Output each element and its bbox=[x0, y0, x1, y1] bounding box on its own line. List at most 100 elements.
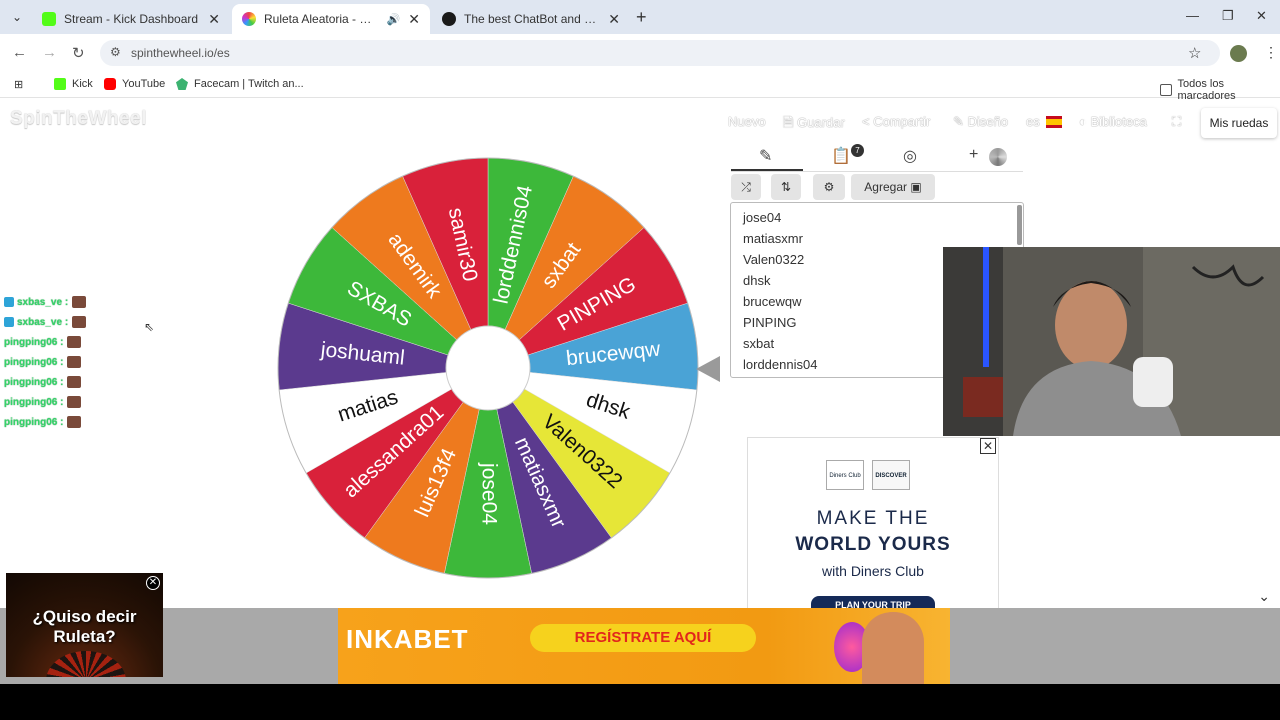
diners-card-logo: Diners Club bbox=[826, 460, 864, 490]
chat-username: pingping06 : bbox=[4, 356, 64, 368]
webcam-overlay bbox=[943, 247, 1280, 436]
compartir-button[interactable]: < Compartir bbox=[862, 114, 930, 129]
entry-item[interactable]: brucewqw bbox=[743, 294, 802, 309]
chat-username: pingping06 : bbox=[4, 336, 64, 348]
add-wheel-icon[interactable]: + bbox=[969, 146, 978, 164]
brush-icon: ✎ bbox=[953, 114, 968, 129]
pencil-icon[interactable]: ✎ bbox=[759, 146, 772, 166]
inkabet-ad[interactable]: INKABET REGÍSTRATE AQUÍ bbox=[338, 608, 950, 684]
chat-message: sxbas_ve : bbox=[4, 296, 87, 308]
wheel-svg[interactable]: lorddennis04 sxbatPINPINGbrucewqwdhskVale… bbox=[276, 156, 700, 580]
chatbot-favicon-icon bbox=[442, 12, 456, 26]
apps-grid-icon[interactable]: ⊞ bbox=[14, 78, 23, 91]
url-text: spinthewheel.io/es bbox=[131, 46, 230, 60]
close-ad-icon[interactable]: ✕ bbox=[980, 438, 996, 454]
bookmark-label: Facecam | Twitch an... bbox=[194, 78, 304, 90]
entry-item[interactable]: lorddennis04 bbox=[743, 357, 817, 372]
save-icon: 🗎 bbox=[783, 115, 798, 130]
biblioteca-button[interactable]: ◐ Biblioteca bbox=[1079, 114, 1147, 129]
ad-subline: with Diners Club bbox=[822, 563, 924, 579]
entry-item[interactable]: dhsk bbox=[743, 273, 770, 288]
close-tab-icon[interactable]: ✕ bbox=[208, 11, 220, 28]
bookmark-kick[interactable]: Kick bbox=[54, 78, 93, 90]
entry-item[interactable]: Valen0322 bbox=[743, 252, 804, 267]
chat-message: pingping06 : bbox=[4, 336, 82, 348]
chat-emote-icon bbox=[72, 296, 87, 308]
tab-kick-dashboard[interactable]: Stream - Kick Dashboard ✕ bbox=[32, 4, 230, 34]
mis-ruedas-button[interactable]: Mis ruedas bbox=[1201, 108, 1277, 138]
diseno-button[interactable]: ✎ Diseño bbox=[953, 114, 1008, 130]
chat-message: pingping06 : bbox=[4, 356, 82, 368]
language-selector[interactable]: es bbox=[1026, 114, 1040, 129]
spain-flag-icon[interactable] bbox=[1046, 116, 1062, 128]
guardar-button[interactable]: 🗎 Guardar bbox=[783, 114, 845, 136]
scrollbar[interactable] bbox=[1017, 205, 1022, 245]
fullscreen-icon[interactable]: ⛶ bbox=[1172, 114, 1181, 130]
restore-icon[interactable]: ❐ bbox=[1222, 8, 1234, 24]
chat-message: pingping06 : bbox=[4, 396, 82, 408]
share-icon: < bbox=[862, 114, 874, 129]
back-icon[interactable]: ← bbox=[12, 44, 27, 61]
bookmark-youtube[interactable]: YouTube bbox=[104, 78, 165, 90]
profile-avatar[interactable] bbox=[1230, 45, 1247, 62]
tab-chatbot[interactable]: The best ChatBot and Widgets f ✕ bbox=[432, 4, 630, 34]
bookmark-facecam[interactable]: Facecam | Twitch an... bbox=[176, 78, 304, 90]
close-tab-icon[interactable]: ✕ bbox=[408, 11, 420, 28]
address-bar[interactable]: ⚙ spinthewheel.io/es bbox=[100, 40, 1220, 66]
inkabet-logo: INKABET bbox=[346, 624, 469, 654]
chat-username: sxbas_ve : bbox=[17, 296, 69, 308]
tab-ruleta[interactable]: Ruleta Aleatoria - Selector P 🔊 ✕ bbox=[232, 4, 430, 34]
chat-emote-icon bbox=[67, 336, 82, 348]
bookmark-label: Todos los marcadores bbox=[1177, 78, 1236, 102]
agregar-button[interactable]: Agregar ▣ bbox=[851, 174, 935, 200]
registrate-button[interactable]: REGÍSTRATE AQUÍ bbox=[530, 624, 756, 652]
editor-tabs: ✎ 📋 7 ◎ + bbox=[731, 140, 1023, 172]
tab-strip: ⌄ Stream - Kick Dashboard ✕ Ruleta Aleat… bbox=[0, 0, 1280, 34]
results-icon[interactable]: 📋 bbox=[831, 146, 851, 166]
settings-gear-icon[interactable]: ⚙ bbox=[813, 174, 845, 200]
diners-ad[interactable]: ✕ Diners Club DISCOVER MAKE THE WORLD YO… bbox=[747, 437, 999, 612]
bookmarks-bar: ⊞ Kick YouTube Facecam | Twitch an... To… bbox=[0, 72, 1280, 102]
all-bookmarks[interactable]: Todos los marcadores bbox=[1160, 78, 1280, 102]
tab-search-icon[interactable]: ⌄ bbox=[8, 8, 26, 26]
entry-item[interactable]: jose04 bbox=[743, 210, 781, 225]
hide-eye-icon[interactable]: ◎ bbox=[903, 146, 917, 166]
folder-icon bbox=[1160, 84, 1172, 96]
kick-favicon-icon bbox=[42, 12, 56, 26]
wheel-thumb-icon[interactable] bbox=[989, 148, 1007, 166]
entry-item[interactable]: sxbat bbox=[743, 336, 774, 351]
active-tab-indicator bbox=[731, 169, 803, 171]
tab-title: Stream - Kick Dashboard bbox=[64, 12, 199, 26]
speaker-icon[interactable]: 🔊 bbox=[387, 13, 401, 26]
new-tab-icon[interactable]: + bbox=[636, 7, 647, 28]
shuffle-icon[interactable]: ⤮ bbox=[731, 174, 761, 200]
reload-icon[interactable]: ↻ bbox=[72, 44, 85, 62]
entry-item[interactable]: PINPING bbox=[743, 315, 796, 330]
bookmark-star-icon[interactable]: ☆ bbox=[1188, 44, 1201, 62]
close-overlay-icon[interactable]: ✕ bbox=[146, 576, 160, 590]
minimize-icon[interactable]: — bbox=[1186, 8, 1199, 23]
wheel-center-button[interactable] bbox=[445, 325, 531, 411]
close-tab-icon[interactable]: ✕ bbox=[608, 11, 620, 28]
forward-icon[interactable]: → bbox=[42, 44, 57, 61]
sort-icon[interactable]: ⇅ bbox=[771, 174, 801, 200]
close-window-icon[interactable]: ✕ bbox=[1256, 8, 1267, 24]
site-logo[interactable]: SpinTheWheel bbox=[10, 108, 147, 130]
menu-kebab-icon[interactable]: ⋮ bbox=[1264, 44, 1278, 61]
compartir-label: Compartir bbox=[873, 114, 931, 129]
nuevo-button[interactable]: Nuevo bbox=[728, 114, 766, 129]
chat-username: pingping06 : bbox=[4, 416, 64, 428]
chat-username: pingping06 : bbox=[4, 376, 64, 388]
wheel[interactable]: lorddennis04 sxbat PINPING brucewqw dhsk Vale… bbox=[276, 156, 700, 580]
overlay-text: ¿Quiso decir Ruleta? bbox=[32, 607, 137, 646]
image-icon: ▣ bbox=[910, 180, 922, 194]
chat-emote-icon bbox=[67, 416, 82, 428]
wheel-pointer bbox=[696, 356, 720, 382]
chat-message: pingping06 : bbox=[4, 416, 82, 428]
entry-item[interactable]: matiasxmr bbox=[743, 231, 803, 246]
page-content: SpinTheWheel Nuevo 🗎 Guardar < Compartir… bbox=[0, 100, 1280, 684]
site-info-icon[interactable]: ⚙ bbox=[110, 45, 121, 59]
wheel-favicon-icon bbox=[242, 12, 256, 26]
chevron-down-icon[interactable]: ⌄ bbox=[1258, 588, 1270, 605]
roulette-image bbox=[46, 651, 126, 677]
